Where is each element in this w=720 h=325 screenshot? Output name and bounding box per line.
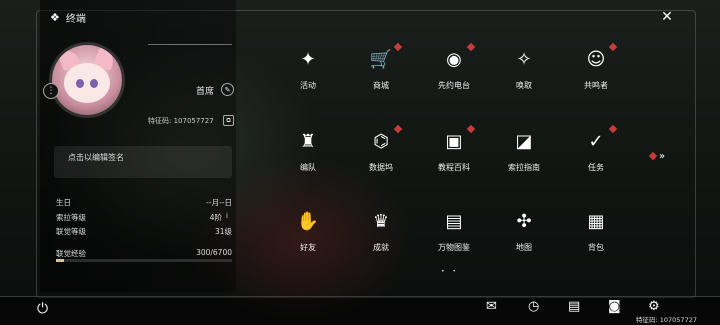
terminal-title: ❖ 终端	[50, 10, 86, 25]
menu-item-13[interactable]: ✣ 地图	[494, 210, 554, 260]
menu-item-8[interactable]: ◪ 索拉指南	[494, 130, 554, 180]
camera-icon[interactable]: ◙	[608, 299, 621, 314]
menu-item-label: 任务	[588, 163, 604, 172]
menu-item-label: 教程百科	[438, 163, 470, 172]
close-icon[interactable]: ✕	[656, 9, 678, 27]
bottom-uid: 特征码: 107057727	[636, 316, 697, 324]
avatar-eye-right	[90, 79, 98, 88]
menu-item-label: 数据坞	[369, 163, 393, 172]
menu-item-label: 背包	[588, 243, 604, 252]
next-page-badge	[648, 151, 658, 161]
summon-icon: ✧	[516, 49, 532, 70]
achievement-trophy-icon: ♛	[372, 211, 390, 232]
friends-handshake-icon: ✋	[296, 211, 320, 232]
clock-icon[interactable]: ◷	[528, 299, 539, 314]
radio-icon: ◉	[446, 49, 462, 70]
menu-item-1[interactable]: 🛒 商城	[351, 42, 411, 98]
menu-item-5[interactable]: ♜ 编队	[278, 130, 338, 180]
menu-item-label: 先约电台	[438, 81, 470, 90]
avatar-face	[64, 63, 110, 103]
exp-bar	[56, 259, 232, 262]
resonator-icon: ☺	[586, 49, 606, 70]
notice-icon[interactable]: ▤	[568, 299, 580, 314]
team-icon: ♜	[299, 131, 317, 152]
player-name: 首席	[196, 87, 215, 97]
terminal-icon: ❖	[50, 11, 60, 24]
menu-item-11[interactable]: ♛ 成就	[351, 210, 411, 260]
menu-item-label: 好友	[300, 243, 316, 252]
menu-item-label: 商城	[373, 81, 389, 90]
edit-name-pencil-icon[interactable]: ✎	[221, 83, 234, 96]
menu-item-7[interactable]: ▣ 教程百科	[424, 124, 484, 180]
player-uid: 特征码: 107057727	[148, 117, 214, 125]
menu-item-3[interactable]: ✧ 唤取	[494, 48, 554, 98]
more-options-icon[interactable]: ⋮	[43, 83, 59, 99]
menu-item-label: 成就	[373, 243, 389, 252]
shop-cart-icon: 🛒	[369, 49, 393, 70]
stat-label-birthday: 生日	[56, 198, 71, 207]
menu-item-9[interactable]: ✓ 任务	[566, 124, 626, 180]
power-icon[interactable]: ⏻	[37, 301, 48, 317]
stat-value-birthday: --月--日	[206, 198, 232, 207]
quest-icon: ✓	[588, 131, 604, 152]
avatar-eye-left	[76, 79, 84, 88]
terminal-title-text: 终端	[65, 14, 86, 25]
menu-item-4[interactable]: ☺ 共鸣者	[566, 42, 626, 98]
menu-item-label: 万物图鉴	[438, 243, 470, 252]
page-indicator: • •	[441, 268, 459, 275]
menu-item-14[interactable]: ▦ 背包	[566, 210, 626, 260]
menu-item-label: 索拉指南	[508, 163, 540, 172]
mail-icon[interactable]: ✉	[486, 299, 497, 314]
stat-value-union-level: 31级	[214, 227, 232, 236]
exp-label: 联觉经验	[56, 249, 86, 258]
tutorial-book-icon: ▣	[445, 131, 463, 152]
menu-item-label: 地图	[516, 243, 532, 252]
menu-item-label: 唤取	[516, 81, 532, 90]
backpack-icon: ▦	[587, 211, 605, 232]
menu-item-12[interactable]: ▤ 万物图鉴	[424, 210, 484, 260]
guide-book-icon: ◪	[515, 131, 533, 152]
stat-label-union-level: 联觉等级	[56, 227, 86, 236]
info-icon[interactable]: i	[226, 212, 228, 220]
stat-label-sola-level: 索拉等级	[56, 213, 86, 222]
menu-item-6[interactable]: ⌬ 数据坞	[351, 124, 411, 180]
next-page-button[interactable]: »	[648, 151, 665, 162]
name-divider	[148, 44, 232, 45]
menu-item-0[interactable]: ✦ 活动	[278, 48, 338, 98]
menu-item-10[interactable]: ✋ 好友	[278, 210, 338, 260]
map-compass-icon: ✣	[516, 211, 532, 232]
activity-icon: ✦	[300, 49, 316, 70]
codex-cards-icon: ▤	[445, 211, 463, 232]
exp-bar-fill	[56, 259, 64, 262]
menu-item-label: 活动	[300, 81, 316, 90]
avatar[interactable]	[52, 45, 122, 115]
menu-item-2[interactable]: ◉ 先约电台	[424, 42, 484, 98]
stat-value-sola-level: 4阶	[209, 213, 222, 222]
exp-value: 300/6700	[196, 248, 232, 257]
signature-placeholder: 点击以编辑签名	[68, 153, 124, 162]
menu-item-label: 编队	[300, 163, 316, 172]
copy-uid-icon[interactable]: ⧉	[223, 115, 234, 126]
menu-item-label: 共鸣者	[584, 81, 608, 90]
settings-gear-icon[interactable]: ⚙	[648, 299, 660, 314]
data-dock-icon: ⌬	[373, 131, 389, 152]
